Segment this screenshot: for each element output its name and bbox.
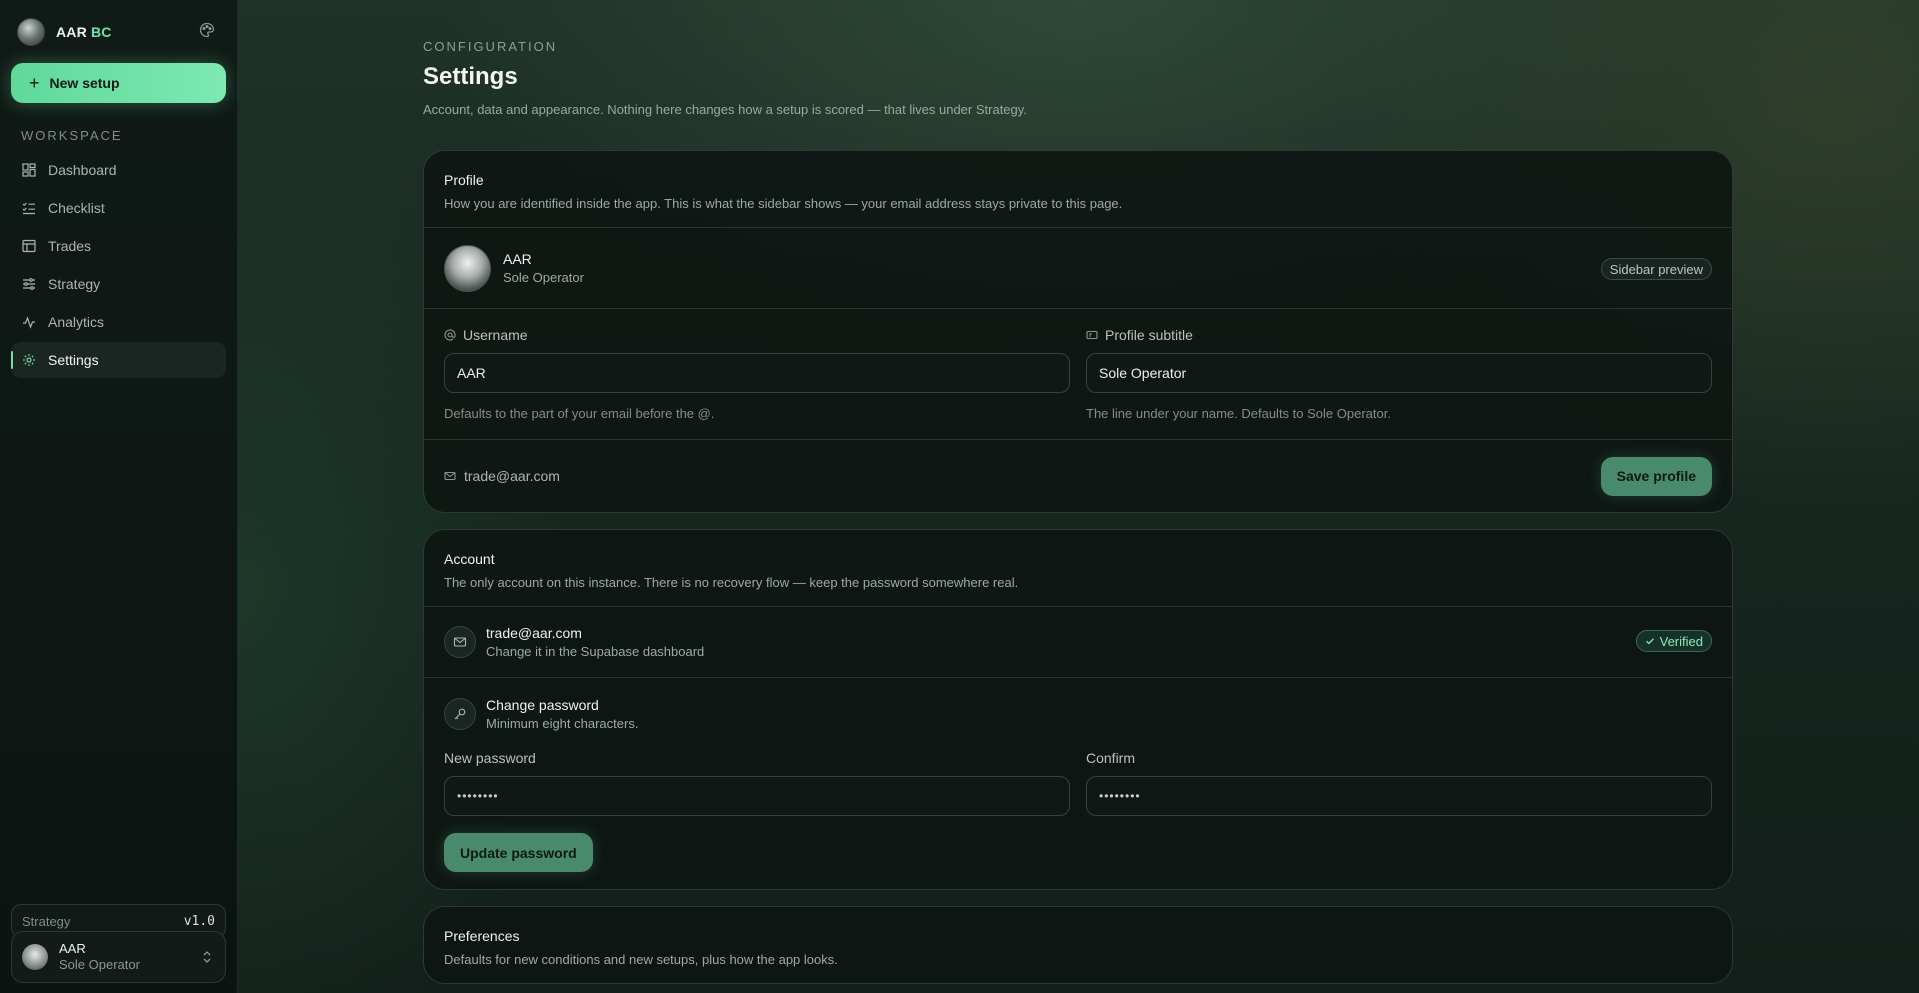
account-email-row: trade@aar.com Change it in the Supabase … <box>424 607 1732 678</box>
sliders-icon <box>23 278 35 290</box>
sidebar: AAR BC + New setup WORKSPACE Dashboard Ch… <box>0 0 238 993</box>
brand[interactable]: AAR BC <box>11 0 226 64</box>
profile-subtitle-input[interactable]: Sole Operator <box>1086 353 1712 393</box>
badge-label: Sidebar preview <box>1609 261 1703 277</box>
table-icon <box>22 239 36 253</box>
new-password-value: •••••••• <box>457 789 499 804</box>
page-description: Account, data and appearance. Nothing he… <box>423 102 1027 117</box>
username-hint: Defaults to the part of your email befor… <box>444 406 715 421</box>
key-icon <box>454 708 466 720</box>
brand-name: AAR BC <box>56 24 112 40</box>
brand-logo-icon <box>17 18 45 46</box>
change-password-note: Minimum eight characters. <box>486 715 639 731</box>
account-card-title: Account <box>444 551 495 567</box>
id-card-icon <box>1086 330 1098 340</box>
account-email: trade@aar.com <box>486 624 582 641</box>
brand-name-accent: BC <box>90 24 112 40</box>
profile-card-subtitle: How you are identified inside the app. T… <box>444 196 1123 211</box>
verified-badge: Verified <box>1635 630 1712 652</box>
profile-footer: trade@aar.com Save profile <box>424 440 1732 512</box>
avatar <box>22 944 48 970</box>
account-card: Account The only account on this instanc… <box>423 529 1733 891</box>
profile-email: trade@aar.com <box>464 468 560 484</box>
user-subtitle: Sole Operator <box>59 957 140 972</box>
profile-card-title: Profile <box>444 172 484 188</box>
confirm-password-input[interactable]: •••••••• <box>1086 776 1712 817</box>
sidebar-item-settings[interactable]: Settings <box>11 342 226 378</box>
confirm-password-value: •••••••• <box>1099 789 1141 804</box>
sidebar-item-checklist[interactable]: Checklist <box>11 190 226 226</box>
account-email-note: Change it in the Supabase dashboard <box>486 643 705 659</box>
save-profile-button[interactable]: Save profile <box>1600 456 1712 496</box>
sidebar-item-trades[interactable]: Trades <box>11 228 226 264</box>
sidebar-preview-badge: Sidebar preview <box>1600 258 1712 280</box>
workspace-section-label: WORKSPACE <box>21 128 123 143</box>
preferences-card-title: Preferences <box>444 928 520 945</box>
page-title: Settings <box>423 63 518 90</box>
profile-subtitle-label: Profile subtitle <box>1105 327 1193 343</box>
user-menu[interactable]: AAR Sole Operator <box>11 931 226 983</box>
sidebar-item-label: Checklist <box>48 200 105 216</box>
sidebar-item-label: Strategy <box>48 276 101 292</box>
profile-card: Profile How you are identified inside th… <box>423 150 1733 513</box>
checklist-icon <box>22 202 35 215</box>
new-setup-label: New setup <box>49 75 120 91</box>
dashboard-icon <box>22 163 36 177</box>
mail-icon <box>453 637 467 647</box>
update-password-button[interactable]: Update password <box>444 833 593 873</box>
username-label: Username <box>463 327 528 343</box>
key-icon-circle <box>444 698 476 731</box>
new-password-input[interactable]: •••••••• <box>444 776 1070 817</box>
avatar[interactable] <box>444 244 491 292</box>
sidebar-item-analytics[interactable]: Analytics <box>11 304 226 340</box>
main-content: CONFIGURATION Settings Account, data and… <box>238 0 1919 993</box>
profile-subtitle-hint: The line under your name. Defaults to So… <box>1086 406 1391 421</box>
chevron-up-down-icon <box>203 951 211 963</box>
verified-label: Verified <box>1659 633 1703 649</box>
activity-icon <box>23 316 35 329</box>
brand-name-main: AAR <box>56 24 87 40</box>
strategy-version: v1.0 <box>183 913 215 929</box>
username-input[interactable]: AAR <box>444 353 1070 393</box>
preferences-card-subtitle: Defaults for new conditions and new setu… <box>444 952 838 968</box>
preview-subtitle: Sole Operator <box>503 269 584 285</box>
page-eyebrow: CONFIGURATION <box>423 39 558 54</box>
username-value: AAR <box>457 365 486 381</box>
check-icon <box>1645 638 1654 645</box>
mail-icon-circle <box>444 626 476 658</box>
plus-icon: + <box>29 73 40 93</box>
sidebar-preview-row: AAR Sole Operator Sidebar preview <box>424 228 1732 309</box>
sidebar-item-label: Dashboard <box>48 162 117 178</box>
palette-icon[interactable] <box>199 22 215 38</box>
mail-icon <box>444 471 456 481</box>
sidebar-item-label: Trades <box>48 238 92 254</box>
sidebar-item-dashboard[interactable]: Dashboard <box>11 152 226 188</box>
preview-name: AAR <box>503 250 532 267</box>
sidebar-item-label: Settings <box>48 352 99 368</box>
change-password-title: Change password <box>486 697 599 713</box>
preferences-card: Preferences Defaults for new conditions … <box>423 906 1733 985</box>
gear-icon <box>23 354 35 366</box>
sidebar-item-strategy[interactable]: Strategy <box>11 266 226 302</box>
new-password-label: New password <box>444 750 536 767</box>
profile-fields: Username AAR Defaults to the part of you… <box>424 309 1732 440</box>
change-password-block: Change password Minimum eight characters… <box>424 678 1732 889</box>
at-icon <box>444 329 456 341</box>
profile-subtitle-value: Sole Operator <box>1099 365 1187 381</box>
strategy-label: Strategy <box>22 913 71 929</box>
account-card-subtitle: The only account on this instance. There… <box>444 575 1019 590</box>
confirm-password-label: Confirm <box>1086 750 1136 767</box>
sidebar-item-label: Analytics <box>48 314 105 330</box>
app-root: AAR BC + New setup WORKSPACE Dashboard Ch… <box>0 0 1919 993</box>
new-setup-button[interactable]: + New setup <box>11 63 226 103</box>
user-name: AAR <box>59 941 86 957</box>
